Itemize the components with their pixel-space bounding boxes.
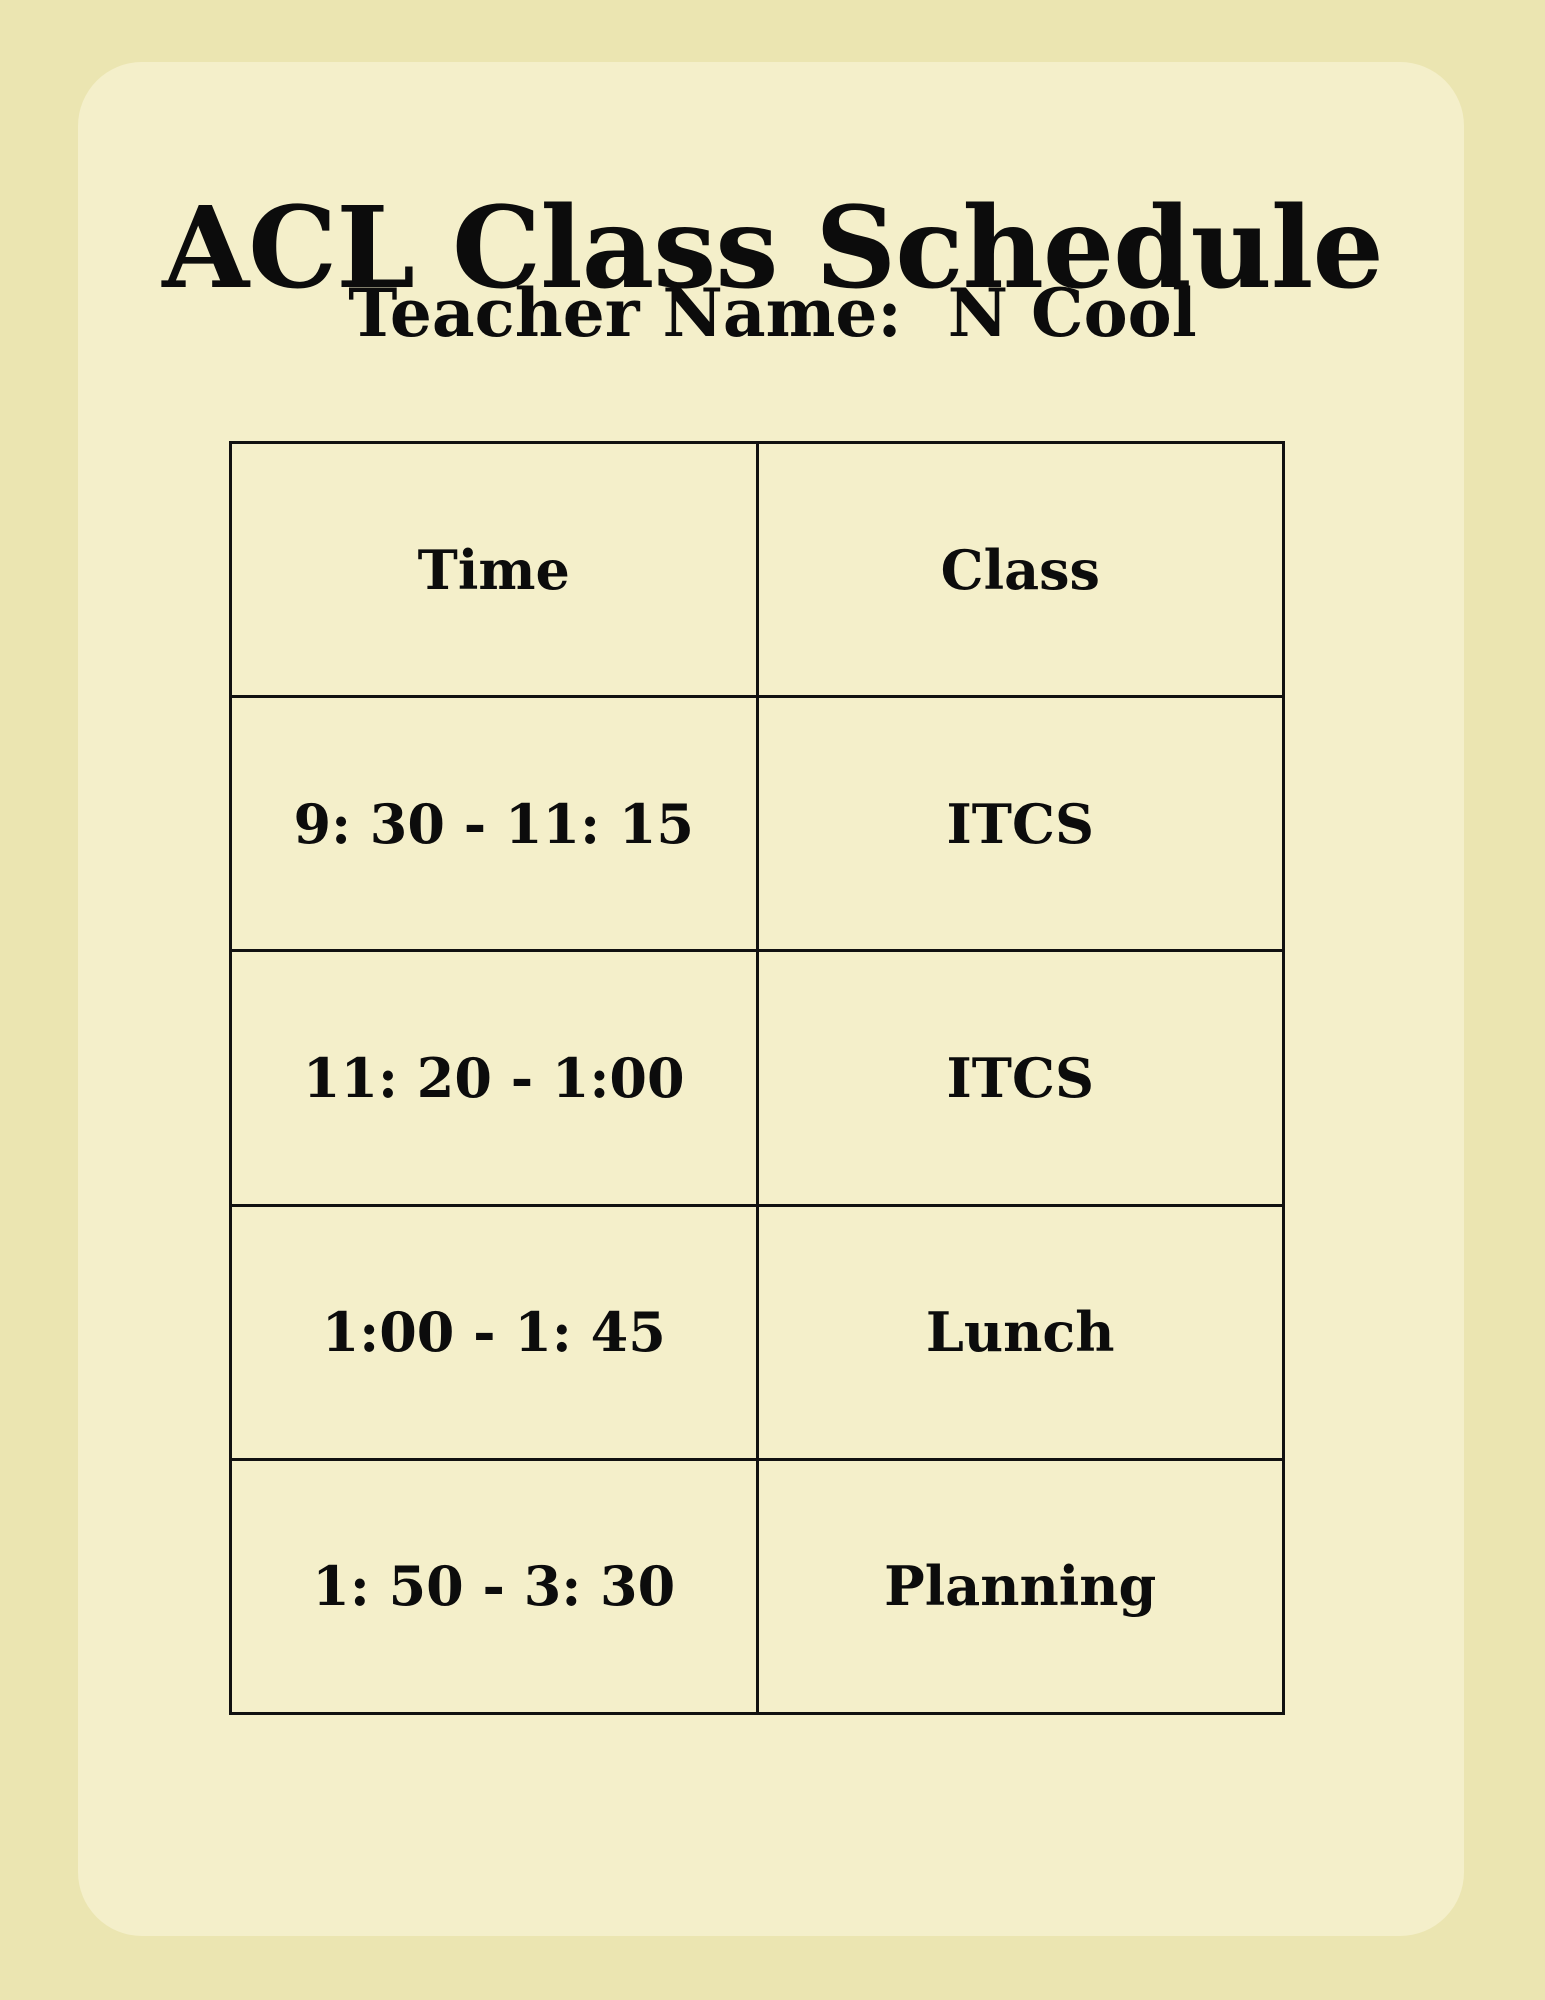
class-cell: ITCS	[755, 949, 1285, 1207]
class-cell: Lunch	[755, 1203, 1285, 1461]
time-cell: 9: 30 - 11: 15	[229, 695, 759, 953]
table-row: 9: 30 - 11: 15 ITCS	[229, 695, 1285, 953]
class-cell: ITCS	[755, 695, 1285, 953]
teacher-name: Teacher Name: N Cool	[348, 274, 1197, 352]
table-row: 1:00 - 1: 45 Lunch	[229, 1203, 1285, 1461]
header-time: Time	[229, 440, 759, 699]
table-row: 11: 20 - 1:00 ITCS	[229, 949, 1285, 1207]
time-cell: 1: 50 - 3: 30	[229, 1457, 759, 1716]
header-class: Class	[755, 440, 1285, 699]
schedule-table: Time Class 9: 30 - 11: 15 ITCS 11: 20 - …	[229, 440, 1285, 1716]
time-cell: 11: 20 - 1:00	[229, 949, 759, 1207]
class-cell: Planning	[755, 1457, 1285, 1716]
time-cell: 1:00 - 1: 45	[229, 1203, 759, 1461]
table-header-row: Time Class	[229, 440, 1285, 699]
table-row: 1: 50 - 3: 30 Planning	[229, 1457, 1285, 1716]
